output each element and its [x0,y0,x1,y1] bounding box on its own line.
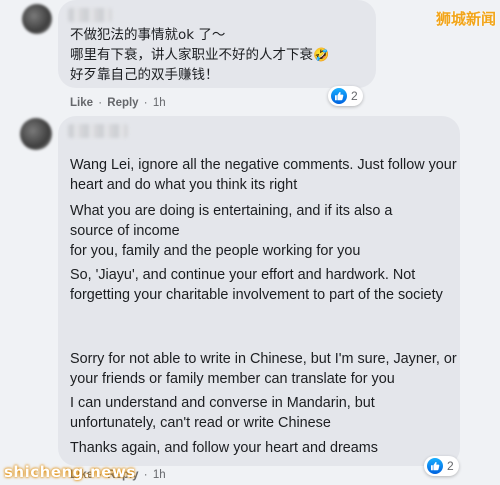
like-thumb-icon [427,458,443,474]
reaction-count-badge[interactable]: 2 [328,86,363,106]
separator-dot: · [98,97,103,109]
commenter-avatar[interactable] [22,4,52,34]
comment-paragraph: Sorry for not able to write in Chinese, … [70,351,457,387]
comment-actions: Like · Reply · 1h [70,97,166,109]
comment-text-line: 好歹靠自己的双手赚钱！ [70,67,219,83]
comment-text-line: 哪里有下衰，讲人家职业不好的人才下衰🤣 [70,46,329,65]
watermark-top: 狮城新闻 [435,10,496,28]
reaction-count: 2 [447,459,454,473]
separator-dot: · [143,469,148,481]
comment-paragraph: for you, family and the people working f… [70,243,361,259]
comment-text-segment: 哪里有下衰，讲人家职业不好的人才下衰 [70,47,313,63]
comment-text-line: 不做犯法的事情就ok 了～ [70,27,226,43]
comment-paragraph: So, 'Jiayu', and continue your effort an… [70,267,443,303]
commenter-avatar[interactable] [20,118,52,150]
comment-paragraph: Thanks again, and follow your heart and … [70,440,378,456]
separator-dot: · [143,97,148,109]
like-link[interactable]: Like [70,97,93,109]
commenter-name-blurred[interactable] [68,124,128,138]
reaction-count: 2 [351,89,358,103]
reaction-count-badge[interactable]: 2 [424,456,459,476]
comment-paragraph: What you are doing is entertaining, and … [70,203,393,239]
comment-timestamp[interactable]: 1h [153,97,166,109]
comment-paragraph: Wang Lei, ignore all the negative commen… [70,157,457,193]
comment-timestamp[interactable]: 1h [153,469,166,481]
comment-paragraph: I can understand and converse in Mandari… [70,395,375,431]
rolling-laughing-emoji-icon: 🤣 [313,48,330,63]
reply-link[interactable]: Reply [107,97,138,109]
watermark-bottom: shicheng.news [4,463,136,481]
like-thumb-icon [331,88,347,104]
commenter-name-blurred[interactable] [68,8,112,22]
